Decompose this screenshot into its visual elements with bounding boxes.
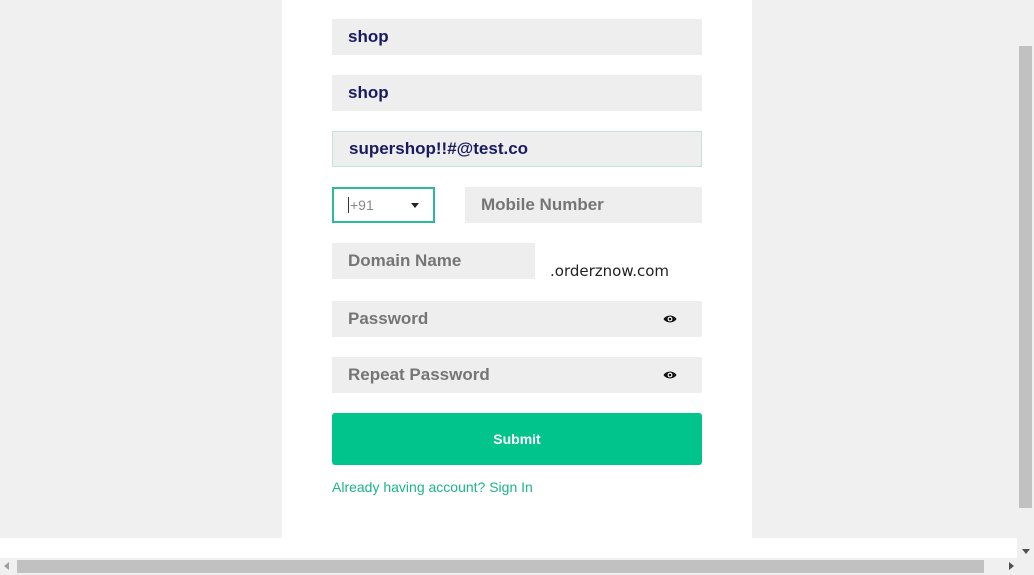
page-bottom-strip [0, 538, 1017, 558]
text-cursor [348, 197, 349, 213]
scroll-right-arrow-icon[interactable] [1009, 562, 1014, 570]
submit-button[interactable]: Submit [332, 413, 702, 465]
email-value: supershop!!#@test.co [349, 139, 529, 158]
last-name-value: shop [348, 83, 389, 102]
scroll-left-arrow-icon[interactable] [4, 562, 9, 570]
domain-name-placeholder: Domain Name [348, 251, 462, 270]
first-name-value: shop [348, 27, 389, 46]
horizontal-scrollbar[interactable] [0, 558, 1034, 575]
vertical-scrollbar-thumb[interactable] [1019, 46, 1032, 508]
mobile-number-field[interactable]: Mobile Number [465, 187, 702, 223]
repeat-password-placeholder: Repeat Password [348, 365, 490, 384]
country-code-value: +91 [350, 197, 374, 213]
scroll-down-arrow-icon[interactable] [1022, 549, 1030, 554]
eye-icon[interactable] [662, 311, 678, 327]
domain-suffix: .orderznow.com [550, 262, 670, 280]
chevron-down-icon[interactable] [411, 202, 419, 208]
vertical-scrollbar[interactable] [1017, 0, 1034, 558]
repeat-password-field[interactable]: Repeat Password [332, 357, 702, 393]
horizontal-scrollbar-thumb[interactable] [17, 560, 984, 573]
email-field[interactable]: supershop!!#@test.co [332, 131, 702, 167]
signup-card: shop shop supershop!!#@test.co +91 Mobil… [282, 0, 752, 538]
country-code-select[interactable]: +91 [332, 187, 435, 223]
sign-in-link[interactable]: Already having account? Sign In [332, 479, 533, 495]
domain-name-field[interactable]: Domain Name [332, 243, 535, 279]
first-name-field[interactable]: shop [332, 19, 702, 55]
mobile-number-placeholder: Mobile Number [481, 195, 604, 214]
password-field[interactable]: Password [332, 301, 702, 337]
password-placeholder: Password [348, 309, 429, 328]
last-name-field[interactable]: shop [332, 75, 702, 111]
eye-icon[interactable] [662, 367, 678, 383]
